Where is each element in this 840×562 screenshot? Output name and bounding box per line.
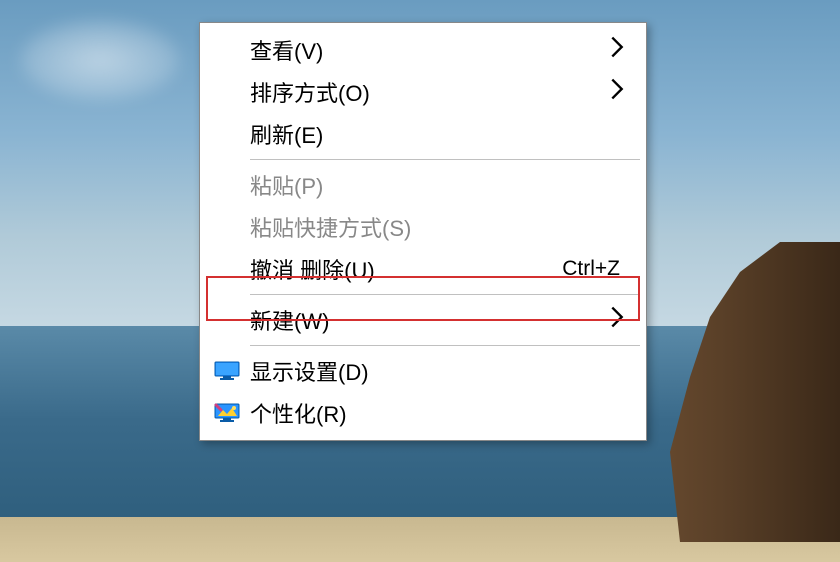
menu-item-sort[interactable]: 排序方式(O) xyxy=(202,71,644,113)
menu-separator xyxy=(250,294,640,295)
menu-item-paste: 粘贴(P) xyxy=(202,164,644,206)
wallpaper-cloud xyxy=(20,20,180,100)
chevron-right-icon xyxy=(610,36,624,64)
display-icon xyxy=(214,360,240,382)
menu-item-label: 显示设置(D) xyxy=(250,355,624,387)
menu-separator xyxy=(250,345,640,346)
menu-item-view[interactable]: 查看(V) xyxy=(202,29,644,71)
menu-item-label: 刷新(E) xyxy=(250,118,624,150)
chevron-right-icon xyxy=(610,78,624,106)
menu-item-display-settings[interactable]: 显示设置(D) xyxy=(202,350,644,392)
personalize-icon xyxy=(214,402,240,424)
menu-item-refresh[interactable]: 刷新(E) xyxy=(202,113,644,155)
menu-item-label: 撤消 删除(U) xyxy=(250,253,562,285)
menu-item-shortcut: Ctrl+Z xyxy=(562,257,620,281)
menu-item-new[interactable]: 新建(W) xyxy=(202,299,644,341)
menu-item-label: 排序方式(O) xyxy=(250,76,624,108)
menu-item-undo-delete[interactable]: 撤消 删除(U) Ctrl+Z xyxy=(202,248,644,290)
menu-item-label: 粘贴快捷方式(S) xyxy=(250,211,624,243)
menu-item-label: 粘贴(P) xyxy=(250,169,624,201)
menu-item-label: 新建(W) xyxy=(250,304,624,336)
menu-item-paste-shortcut: 粘贴快捷方式(S) xyxy=(202,206,644,248)
menu-item-personalize[interactable]: 个性化(R) xyxy=(202,392,644,434)
menu-item-label: 查看(V) xyxy=(250,34,624,66)
desktop-context-menu: 查看(V) 排序方式(O) 刷新(E) 粘贴(P) 粘贴快捷方式(S) 撤消 删… xyxy=(199,22,647,441)
menu-item-label: 个性化(R) xyxy=(250,397,624,429)
chevron-right-icon xyxy=(610,306,624,334)
menu-separator xyxy=(250,159,640,160)
